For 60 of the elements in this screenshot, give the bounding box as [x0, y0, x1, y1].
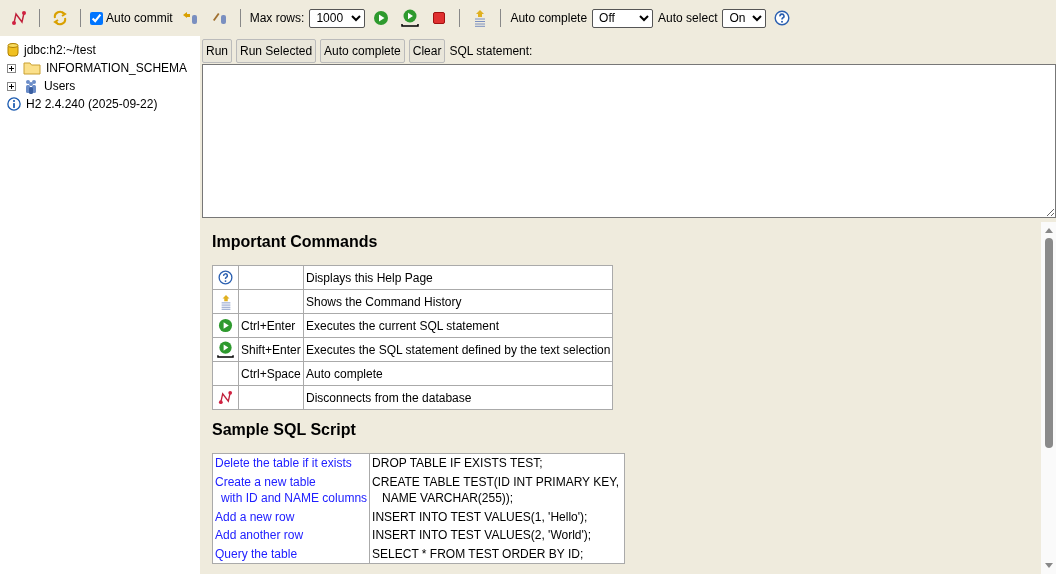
- max-rows-dropdown[interactable]: 1000: [309, 8, 366, 28]
- sql-code-line: INSERT INTO TEST VALUES(1, 'Hello');: [372, 509, 588, 524]
- expand-toggle-icon[interactable]: [7, 81, 16, 91]
- sql-code-line: CREATE TABLE TEST(ID INT PRIMARY KEY,: [372, 474, 620, 489]
- command-description: Executes the SQL statement defined by the text selection: [306, 342, 611, 357]
- sql-code-line: NAME VARCHAR(255));: [382, 491, 514, 505]
- sample-step-link[interactable]: Add a new row: [215, 509, 295, 524]
- command-description: Auto complete: [306, 366, 383, 381]
- tree-item[interactable]: INFORMATION_SCHEMA: [46, 61, 188, 75]
- auto-select-dropdown[interactable]: On: [722, 8, 767, 28]
- max-rows-label: Max rows:: [249, 11, 305, 25]
- toolbar-button[interactable]: Auto complete: [320, 38, 405, 63]
- run-selected-icon[interactable]: [400, 9, 421, 27]
- shortcut-text: Shift+Enter: [241, 342, 301, 357]
- run-icon: [218, 318, 233, 333]
- toolbar-button[interactable]: Run: [202, 38, 232, 63]
- expand-toggle-icon[interactable]: [7, 63, 16, 73]
- auto-complete-label: Auto complete: [510, 11, 588, 25]
- section-heading: Important Commands: [212, 233, 379, 251]
- auto-commit-checkbox[interactable]: [90, 11, 103, 25]
- command-description: Disconnects from the database: [306, 390, 472, 405]
- auto-select-label: Auto select: [658, 11, 718, 25]
- disconnect-icon: [218, 390, 233, 405]
- run-icon[interactable]: [373, 10, 390, 26]
- sample-step-link[interactable]: Add another row: [215, 528, 304, 542]
- sql-code-line: INSERT INTO TEST VALUES(2, 'World');: [372, 528, 592, 542]
- toolbar-button[interactable]: Run Selected: [236, 38, 317, 63]
- scroll-down-icon[interactable]: [1043, 562, 1054, 570]
- scroll-up-icon[interactable]: [1043, 226, 1054, 234]
- section-heading: Sample SQL Script: [212, 421, 357, 439]
- shortcut-text: Ctrl+Space: [241, 366, 301, 381]
- disconnect-icon[interactable]: [11, 10, 27, 26]
- auto-commit-label: Auto commit: [106, 11, 173, 25]
- sample-step-link[interactable]: Query the table: [215, 546, 298, 561]
- sample-step-link[interactable]: with ID and NAME columns: [221, 491, 368, 505]
- database-icon: [7, 42, 19, 58]
- auto-complete-dropdown[interactable]: Off: [592, 8, 654, 28]
- command-description: Shows the Command History: [306, 294, 462, 309]
- command-description: Executes the current SQL statement: [306, 318, 499, 333]
- tree-item[interactable]: H2 2.4.240 (2025-09-22): [26, 97, 158, 111]
- stop-icon[interactable]: [431, 10, 448, 26]
- scrollbar-thumb[interactable]: [1044, 238, 1053, 448]
- toolbar-button[interactable]: Clear: [408, 38, 446, 63]
- help-icon[interactable]: [774, 10, 791, 26]
- tree-item[interactable]: Users: [44, 79, 76, 93]
- sample-step-link[interactable]: Create a new table: [215, 474, 316, 489]
- help-icon: [218, 270, 233, 285]
- sql-statement-label: SQL statement:: [449, 43, 533, 58]
- shortcut-text: Ctrl+Enter: [241, 318, 296, 333]
- folder-icon: [23, 61, 41, 75]
- users-icon: [23, 78, 39, 94]
- sql-code-line: DROP TABLE IF EXISTS TEST;: [372, 456, 543, 470]
- run-selected-icon: [216, 341, 235, 358]
- sql-input-field[interactable]: [202, 64, 1056, 218]
- refresh-icon[interactable]: [52, 10, 68, 26]
- info-icon: [7, 97, 21, 111]
- command-description: Displays this Help Page: [306, 270, 433, 285]
- tree-item[interactable]: jdbc:h2:~/test: [24, 43, 96, 57]
- sample-step-link[interactable]: Delete the table if it exists: [215, 456, 352, 470]
- sql-code-line: SELECT * FROM TEST ORDER BY ID;: [372, 546, 584, 561]
